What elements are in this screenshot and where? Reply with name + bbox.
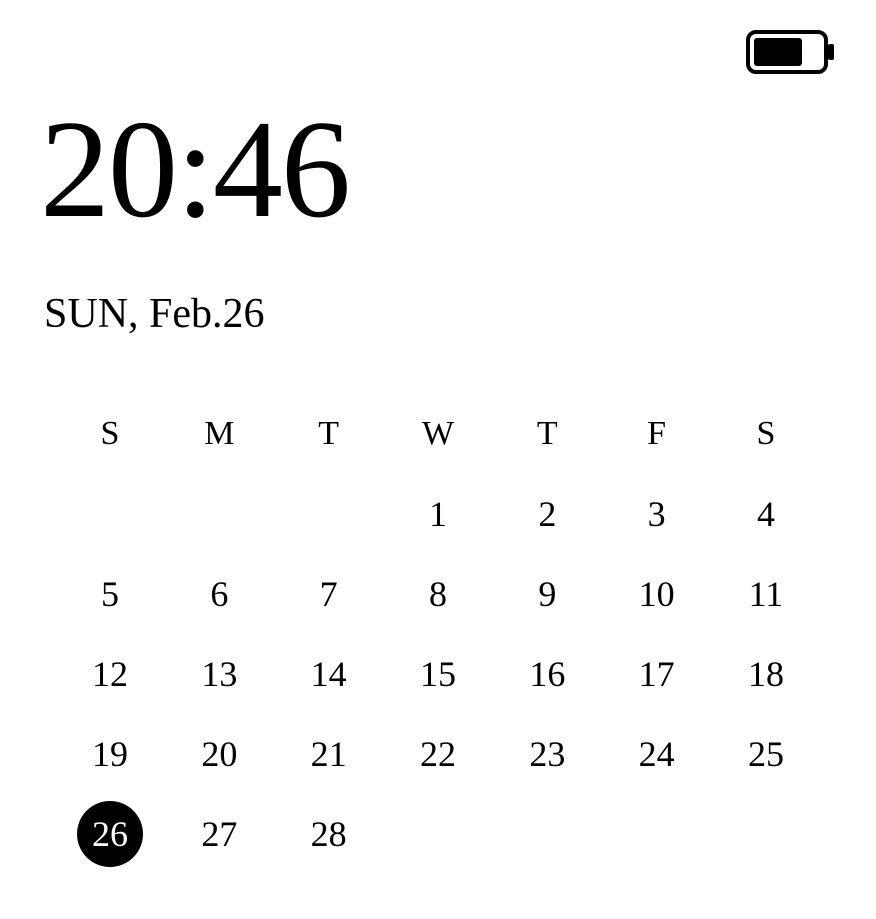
calendar-day[interactable]: 19: [70, 728, 150, 780]
calendar-day[interactable]: 6: [179, 568, 259, 620]
calendar-day[interactable]: 7: [289, 568, 369, 620]
calendar-day[interactable]: 3: [617, 488, 697, 540]
weekday-label: W: [398, 408, 478, 460]
calendar-day-empty: [70, 488, 150, 540]
calendar-day-number: 26: [92, 813, 128, 855]
calendar-day[interactable]: 10: [617, 568, 697, 620]
calendar-day[interactable]: 1: [398, 488, 478, 540]
calendar-day[interactable]: 16: [507, 648, 587, 700]
clock-calendar-widget: 20:46 SUN, Feb.26 S M T W T F S 1 2 3 4 …: [0, 0, 876, 919]
calendar-day[interactable]: 15: [398, 648, 478, 700]
weekday-label: S: [70, 408, 150, 460]
calendar-day-empty: [507, 808, 587, 860]
weekday-label: M: [179, 408, 259, 460]
weekday-label: T: [507, 408, 587, 460]
calendar-day[interactable]: 25: [726, 728, 806, 780]
calendar-week-row: 26 27 28: [70, 808, 806, 860]
calendar-day[interactable]: 22: [398, 728, 478, 780]
calendar-day[interactable]: 4: [726, 488, 806, 540]
clock-date: SUN, Feb.26: [44, 290, 836, 338]
calendar-day[interactable]: 5: [70, 568, 150, 620]
calendar-day-today[interactable]: 26: [70, 808, 150, 860]
calendar-day[interactable]: 28: [289, 808, 369, 860]
calendar-day-empty: [617, 808, 697, 860]
calendar-day[interactable]: 8: [398, 568, 478, 620]
battery-indicator: [746, 30, 836, 74]
calendar-day[interactable]: 2: [507, 488, 587, 540]
calendar-day[interactable]: 12: [70, 648, 150, 700]
calendar-day-empty: [289, 488, 369, 540]
calendar-day-empty: [726, 808, 806, 860]
clock-time: 20:46: [40, 100, 836, 240]
calendar-day[interactable]: 11: [726, 568, 806, 620]
weekday-header-row: S M T W T F S: [70, 408, 806, 460]
weekday-label: S: [726, 408, 806, 460]
calendar-day[interactable]: 13: [179, 648, 259, 700]
calendar-week-row: 19 20 21 22 23 24 25: [70, 728, 806, 780]
weekday-label: F: [617, 408, 697, 460]
calendar-day[interactable]: 24: [617, 728, 697, 780]
calendar-week-row: 1 2 3 4: [70, 488, 806, 540]
calendar-week-row: 12 13 14 15 16 17 18: [70, 648, 806, 700]
calendar-day-empty: [398, 808, 478, 860]
calendar-day[interactable]: 9: [507, 568, 587, 620]
calendar-day[interactable]: 17: [617, 648, 697, 700]
calendar-week-row: 5 6 7 8 9 10 11: [70, 568, 806, 620]
weekday-label: T: [289, 408, 369, 460]
calendar-day-empty: [179, 488, 259, 540]
calendar-day[interactable]: 27: [179, 808, 259, 860]
battery-icon: [746, 30, 836, 74]
calendar-day[interactable]: 23: [507, 728, 587, 780]
calendar-day[interactable]: 20: [179, 728, 259, 780]
calendar-day[interactable]: 14: [289, 648, 369, 700]
calendar-grid: S M T W T F S 1 2 3 4 5 6 7 8 9 10 11: [40, 408, 836, 860]
calendar-day[interactable]: 21: [289, 728, 369, 780]
calendar-day[interactable]: 18: [726, 648, 806, 700]
